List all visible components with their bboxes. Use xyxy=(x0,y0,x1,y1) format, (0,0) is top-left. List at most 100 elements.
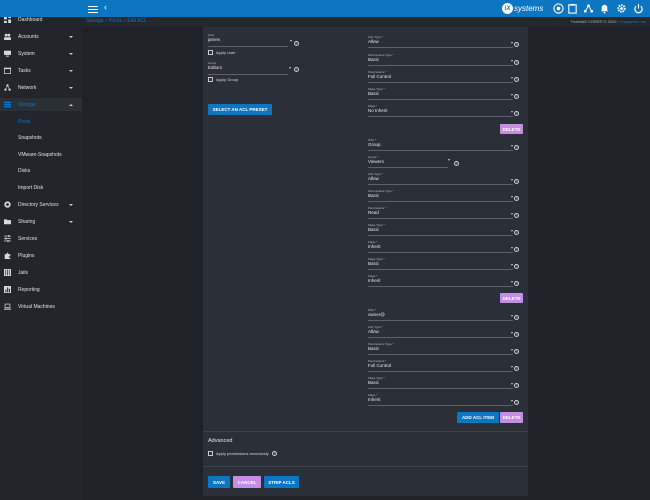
help-icon[interactable]: ? xyxy=(454,161,459,166)
ace2-who-select[interactable]: Who * Group xyxy=(368,138,518,151)
dropdown-arrow-icon xyxy=(511,349,513,351)
breadcrumb-separator: › xyxy=(105,18,108,24)
gear-icon[interactable] xyxy=(616,3,627,14)
help-icon[interactable]: ? xyxy=(272,451,277,456)
help-icon[interactable]: ? xyxy=(514,281,519,286)
ace3-flags-select[interactable]: Flags * Inherit xyxy=(368,393,518,406)
sidebar-subitem-pools[interactable]: Pools xyxy=(0,115,82,128)
field-value: Allow xyxy=(368,329,379,334)
strip-acls-button[interactable]: STRIP ACLS xyxy=(264,476,299,488)
help-icon[interactable]: ? xyxy=(514,230,519,235)
truecommand-icon[interactable] xyxy=(553,3,564,14)
sidebar-subitem-import-disk[interactable]: Import Disk xyxy=(0,181,82,194)
user-select[interactable]: User james xyxy=(208,33,293,47)
sidebar-item-tasks[interactable]: Tasks xyxy=(0,64,82,77)
sidebar-item-storage[interactable]: Storage xyxy=(0,98,82,111)
ace1-permissions-select[interactable]: Permissions * Full Control xyxy=(368,70,518,83)
help-icon[interactable]: ? xyxy=(294,41,299,46)
sidebar-item-system[interactable]: System xyxy=(0,47,82,60)
ace2-permissions-select[interactable]: Permissions * Read xyxy=(368,206,518,219)
ace3-flags-type-select[interactable]: Flags Type * Basic xyxy=(368,376,518,389)
sidebar-subitem-disks[interactable]: Disks xyxy=(0,164,82,177)
help-icon[interactable]: ? xyxy=(514,349,519,354)
ace2-permissions-type-select[interactable]: Permissions Type * Basic xyxy=(368,189,518,202)
ace1-acl-type-select[interactable]: ACL Type * Allow xyxy=(368,35,518,48)
top-bar: ‹ iX systems xyxy=(0,0,650,17)
help-icon[interactable]: ? xyxy=(514,94,519,99)
ace2-flags-type-select-2[interactable]: Flags Type * Basic xyxy=(368,257,518,270)
help-icon[interactable]: ? xyxy=(514,77,519,82)
help-icon[interactable]: ? xyxy=(514,400,519,405)
clipboard-icon[interactable] xyxy=(567,3,578,14)
breadcrumb-pools[interactable]: Pools xyxy=(109,18,122,24)
hamburger-menu-icon[interactable] xyxy=(88,4,98,13)
sidebar-subitem-label: VMware-Snapshots xyxy=(18,151,62,158)
apply-recursively-checkbox[interactable]: Apply permissions recursively xyxy=(208,451,269,456)
help-icon[interactable]: ? xyxy=(514,264,519,269)
help-icon[interactable]: ? xyxy=(514,315,519,320)
sidebar-item-services[interactable]: Services xyxy=(0,232,82,245)
network-status-icon[interactable] xyxy=(583,3,594,14)
help-icon[interactable]: ? xyxy=(514,111,519,116)
ace2-delete-button[interactable]: DELETE xyxy=(500,293,523,303)
ace2-flags-select-2[interactable]: Flags * Inherit xyxy=(368,274,518,287)
select-acl-preset-button[interactable]: SELECT AN ACL PRESET xyxy=(208,104,272,115)
ace2-group-select[interactable]: Group * Viewers xyxy=(368,155,453,168)
checkbox-box[interactable] xyxy=(208,77,213,82)
sidebar-item-sharing[interactable]: Sharing xyxy=(0,215,82,228)
company-link[interactable]: iXsystems, Inc xyxy=(620,19,646,24)
breadcrumb-bar: Storage › Pools › Edit ACL TrueNAS CORE® © 2… xyxy=(82,17,650,27)
help-icon[interactable]: ? xyxy=(514,60,519,65)
help-icon[interactable]: ? xyxy=(514,42,519,47)
help-icon[interactable]: ? xyxy=(514,332,519,337)
help-icon[interactable]: ? xyxy=(514,145,519,150)
sidebar-item-reporting[interactable]: Reporting xyxy=(0,283,82,296)
help-icon[interactable]: ? xyxy=(294,67,299,72)
help-icon[interactable]: ? xyxy=(514,179,519,184)
help-icon[interactable]: ? xyxy=(514,247,519,252)
sidebar-subitem-label: Snapshots xyxy=(18,134,42,141)
help-icon[interactable]: ? xyxy=(514,383,519,388)
breadcrumb-storage[interactable]: Storage xyxy=(86,18,104,24)
ace1-permissions-type-select[interactable]: Permissions Type * Basic xyxy=(368,53,518,66)
sidebar-item-network[interactable]: Network xyxy=(0,81,82,94)
checkbox-label: Apply permissions recursively xyxy=(216,451,269,456)
ace2-flags-type-select[interactable]: Flags Type * Basic xyxy=(368,223,518,236)
field-value: Basic xyxy=(368,346,380,351)
sidebar-item-accounts[interactable]: Accounts xyxy=(0,30,82,43)
bell-icon[interactable] xyxy=(599,3,610,14)
ace3-permissions-type-select[interactable]: Permissions Type * Basic xyxy=(368,342,518,355)
ace3-who-select[interactable]: Who * owner@ xyxy=(368,308,518,321)
save-button[interactable]: SAVE xyxy=(208,476,230,488)
breadcrumb: Storage › Pools › Edit ACL xyxy=(86,18,147,24)
ace2-acl-type-select[interactable]: ACL Type * Allow xyxy=(368,172,518,185)
sidebar-subitem-snapshots[interactable]: Snapshots xyxy=(0,131,82,144)
ace3-delete-button[interactable]: DELETE xyxy=(500,412,523,423)
ace1-flags-type-select[interactable]: Flags Type * Basic xyxy=(368,87,518,100)
ace1-delete-button[interactable]: DELETE xyxy=(500,124,523,134)
apply-user-checkbox[interactable]: Apply User xyxy=(208,50,236,55)
dropdown-arrow-icon xyxy=(511,94,513,96)
sidebar-item-virtual-machines[interactable]: Virtual Machines xyxy=(0,300,82,313)
checkbox-box[interactable] xyxy=(208,50,213,55)
dropdown-arrow-icon xyxy=(511,264,513,266)
help-icon[interactable]: ? xyxy=(514,213,519,218)
ace2-flags-select[interactable]: Flags * Inherit xyxy=(368,240,518,253)
sidebar-subitem-vmware-snapshots[interactable]: VMware-Snapshots xyxy=(0,148,82,161)
apply-group-checkbox[interactable]: Apply Group xyxy=(208,77,238,82)
sidebar-item-plugins[interactable]: Plugins xyxy=(0,249,82,262)
add-acl-item-button[interactable]: ADD ACL ITEM xyxy=(457,412,499,423)
sidebar-subitem-label: Pools xyxy=(18,118,31,125)
ace3-permissions-select[interactable]: Permissions * Full Control xyxy=(368,359,518,372)
sidebar-item-directory-services[interactable]: Directory Services xyxy=(0,198,82,211)
sidebar-item-jails[interactable]: Jails xyxy=(0,266,82,279)
chevron-left-icon[interactable]: ‹ xyxy=(104,2,107,12)
cancel-button[interactable]: CANCEL xyxy=(233,476,261,488)
help-icon[interactable]: ? xyxy=(514,366,519,371)
power-icon[interactable] xyxy=(633,3,644,14)
group-select[interactable]: Group Editors xyxy=(208,61,293,75)
ace1-flags-select[interactable]: Flags * No Inherit xyxy=(368,104,518,117)
ace3-acl-type-select[interactable]: ACL Type * Allow xyxy=(368,325,518,338)
help-icon[interactable]: ? xyxy=(514,196,519,201)
checkbox-box[interactable] xyxy=(208,451,213,456)
